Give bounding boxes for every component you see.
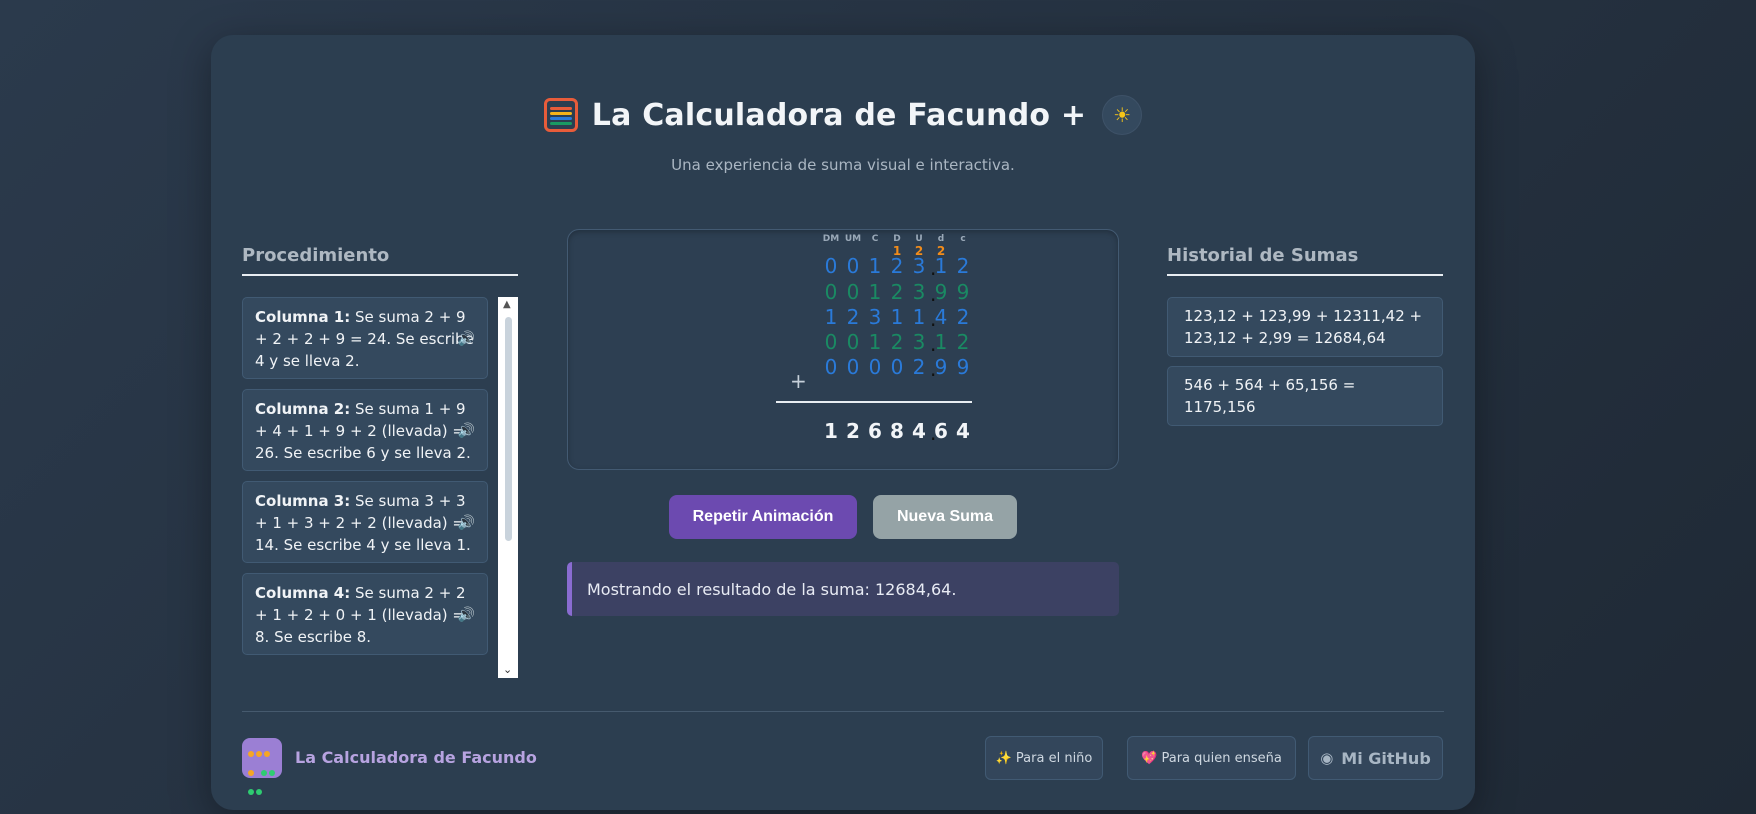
column-label: U xyxy=(915,234,923,244)
result-digit: 4 xyxy=(956,419,970,443)
for-teacher-button[interactable]: 💖 Para quien enseña xyxy=(1127,736,1296,780)
step-label: Columna 3: xyxy=(255,492,351,510)
procedure-step: Columna 4: Se suma 2 + 2 + 1 + 2 + 0 + 1… xyxy=(242,573,488,655)
addend-row: 0012312 xyxy=(820,254,974,278)
addend-digit: 0 xyxy=(824,280,838,304)
addend-digit: 1 xyxy=(890,305,904,329)
result-digit: 6 xyxy=(868,419,882,443)
header: La Calculadora de Facundo + ☀ Una experi… xyxy=(211,95,1475,174)
addend-digit: 0 xyxy=(846,330,860,354)
scroll-thumb[interactable] xyxy=(505,317,512,541)
addend-digit: 2 xyxy=(912,355,926,379)
addend-digit: 0 xyxy=(846,280,860,304)
addend-digit: 3 xyxy=(912,254,926,278)
sum-line xyxy=(776,401,972,403)
addend-digit: 1 xyxy=(824,305,838,329)
step-label: Columna 1: xyxy=(255,308,351,326)
addend-digit: 0 xyxy=(890,355,904,379)
addend-digit: 0 xyxy=(824,330,838,354)
addend-digit: 1 xyxy=(868,330,882,354)
column-labels: DM UM C D Ud c xyxy=(820,234,974,244)
abacus-icon xyxy=(543,98,578,132)
result-digit: 4 xyxy=(912,419,926,443)
decimal-point: . xyxy=(930,332,937,356)
github-icon: ◉ xyxy=(1320,749,1334,767)
column-label: c xyxy=(960,234,966,244)
page-title: La Calculadora de Facundo + xyxy=(591,97,1087,133)
procedure-list[interactable]: Columna 1: Se suma 2 + 9 + 2 + 2 + 9 = 2… xyxy=(242,297,488,678)
repeat-animation-button[interactable]: Repetir Animación xyxy=(669,495,857,539)
for-child-button[interactable]: ✨ Para el niño xyxy=(985,736,1103,780)
main-card: La Calculadora de Facundo + ☀ Una experi… xyxy=(211,35,1475,810)
addend-digit: 1 xyxy=(868,254,882,278)
result-digit: 2 xyxy=(846,419,860,443)
brand-logo-icon xyxy=(242,738,282,795)
result-row: 1268464 xyxy=(820,419,974,443)
addend-digit: 1 xyxy=(912,305,926,329)
addend-digit: 2 xyxy=(956,254,970,278)
speaker-icon[interactable]: 🔊 xyxy=(458,604,475,626)
plus-operator: + xyxy=(790,369,807,393)
procedure-title: Procedimiento xyxy=(242,245,518,276)
decimal-point: . xyxy=(930,256,937,280)
result-digit: 8 xyxy=(890,419,904,443)
addend-digit: 3 xyxy=(868,305,882,329)
decimal-point: . xyxy=(930,307,937,331)
column-label: C xyxy=(871,234,879,244)
procedure-step: Columna 3: Se suma 3 + 3 + 1 + 3 + 2 + 2… xyxy=(242,481,488,563)
addend-digit: 0 xyxy=(868,355,882,379)
procedure-step: Columna 1: Se suma 2 + 9 + 2 + 2 + 9 = 2… xyxy=(242,297,488,379)
github-button[interactable]: ◉ Mi GitHub xyxy=(1308,736,1443,780)
speaker-icon[interactable]: 🔊 xyxy=(458,512,475,534)
sun-icon: ☀ xyxy=(1113,103,1132,127)
addend-digit: 0 xyxy=(846,355,860,379)
procedure-step: Columna 2: Se suma 1 + 9 + 4 + 1 + 9 + 2… xyxy=(242,389,488,471)
history-item[interactable]: 546 + 564 + 65,156 = 1175,156 xyxy=(1167,366,1443,426)
addend-row: 0012399 xyxy=(820,280,974,304)
theme-toggle-button[interactable]: ☀ xyxy=(1102,95,1143,135)
status-message: Mostrando el resultado de la suma: 12684… xyxy=(567,562,1119,616)
chevron-up-icon[interactable]: ▲ xyxy=(503,299,511,310)
decimal-point: . xyxy=(930,357,937,381)
addend-digit: 2 xyxy=(890,254,904,278)
speaker-icon[interactable]: 🔊 xyxy=(458,420,475,442)
addend-digit: 9 xyxy=(956,355,970,379)
step-label: Columna 2: xyxy=(255,400,351,418)
speaker-icon[interactable]: 🔊 xyxy=(458,328,475,350)
decimal-point: . xyxy=(930,282,937,306)
addend-digit: 2 xyxy=(846,305,860,329)
history-item[interactable]: 123,12 + 123,99 + 12311,42 + 123,12 + 2,… xyxy=(1167,297,1443,357)
addend-digit: 0 xyxy=(824,355,838,379)
addend-digit: 3 xyxy=(912,330,926,354)
addend-digit: 2 xyxy=(956,305,970,329)
column-label: D xyxy=(893,234,901,244)
addend-digit: 2 xyxy=(890,330,904,354)
addend-digit: 0 xyxy=(824,254,838,278)
addend-digit: 1 xyxy=(868,280,882,304)
addend-digit: 3 xyxy=(912,280,926,304)
procedure-scrollbar[interactable]: ▲ ⌄ xyxy=(498,297,518,678)
history-list: 123,12 + 123,99 + 12311,42 + 123,12 + 2,… xyxy=(1167,297,1443,435)
step-label: Columna 4: xyxy=(255,584,351,602)
page-subtitle: Una experiencia de suma visual e interac… xyxy=(671,156,1015,174)
addend-digit: 9 xyxy=(956,280,970,304)
addend-digit: 2 xyxy=(890,280,904,304)
footer-brand-name: La Calculadora de Facundo xyxy=(295,748,537,767)
footer-divider xyxy=(242,711,1444,712)
addend-digit: 0 xyxy=(846,254,860,278)
addend-row: 0012312 xyxy=(820,330,974,354)
addend-row: 1231142 xyxy=(820,305,974,329)
addend-digit: 2 xyxy=(956,330,970,354)
column-label: UM xyxy=(844,234,862,244)
column-label: DM xyxy=(822,234,840,244)
sum-display: DM UM C D Ud c 122 0012312.0012399.1231142.00… xyxy=(567,229,1119,470)
chevron-down-icon[interactable]: ⌄ xyxy=(503,663,512,676)
result-digit: 1 xyxy=(824,419,838,443)
history-title: Historial de Sumas xyxy=(1167,245,1443,276)
github-label: Mi GitHub xyxy=(1341,748,1431,768)
column-label: d xyxy=(937,234,945,244)
new-sum-button[interactable]: Nueva Suma xyxy=(873,495,1017,539)
decimal-point: . xyxy=(930,421,937,445)
addend-row: 0000299 xyxy=(820,355,974,379)
